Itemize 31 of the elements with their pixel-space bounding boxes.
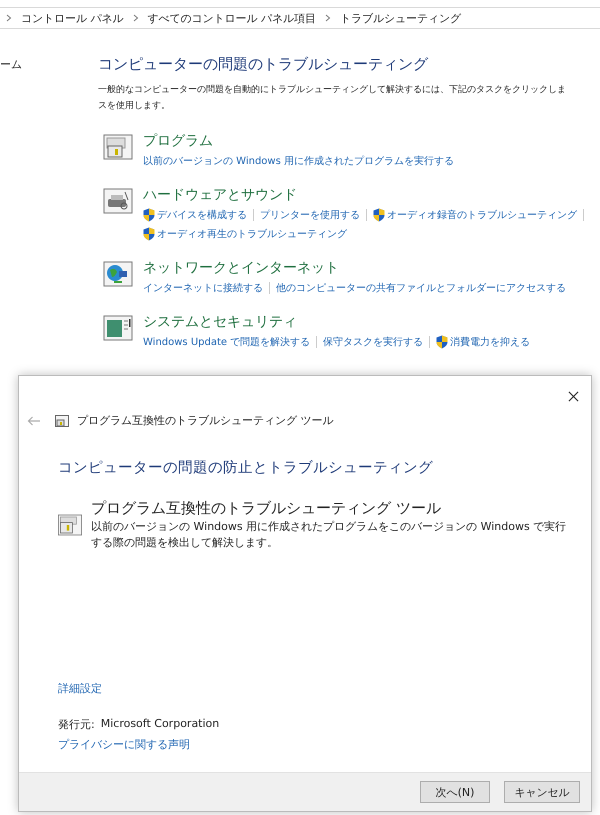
category-link[interactable]: ネットワークとインターネット bbox=[143, 259, 339, 277]
page-heading: コンピューターの問題のトラブルシューティング bbox=[98, 55, 430, 74]
dialog-button[interactable]: キャンセル bbox=[504, 781, 580, 803]
privacy-link[interactable]: プライバシーに関する声明 bbox=[58, 737, 190, 752]
task-link[interactable]: 保守タスクを実行する bbox=[323, 335, 424, 349]
breadcrumb-item[interactable]: トラブルシューティング bbox=[340, 10, 461, 26]
task-link[interactable]: 消費電力を抑える bbox=[450, 335, 530, 349]
dialog-heading: コンピューターの問題の防止とトラブルシューティング bbox=[58, 459, 434, 477]
dialog-title: プログラム互換性のトラブルシューティング ツール bbox=[77, 413, 334, 428]
troubleshooter-description: 以前のバージョンの Windows 用に作成されたプログラムをこのバージョンの Windows で実行する際の問題を検出して解決します。 bbox=[91, 519, 568, 551]
task-link[interactable]: プリンターを使用する bbox=[260, 208, 360, 222]
dialog-button[interactable]: 次へ(N) bbox=[420, 781, 490, 803]
task-link[interactable]: オーディオ録音のトラブルシューティング bbox=[387, 208, 577, 222]
breadcrumb-item[interactable]: コントロール パネル bbox=[21, 10, 124, 26]
task-link[interactable]: インターネットに接続する bbox=[143, 281, 263, 295]
task-link[interactable]: デバイスを構成する bbox=[157, 208, 247, 222]
category-link[interactable]: システムとセキュリティ bbox=[143, 313, 297, 331]
breadcrumb-item[interactable]: すべてのコントロール パネル項目 bbox=[148, 10, 316, 26]
sidebar-link[interactable]: ーム bbox=[0, 58, 22, 71]
address-bar[interactable]: コントロール パネル すべてのコントロール パネル項目 トラブルシューティング bbox=[0, 7, 600, 29]
publisher-name: Microsoft Corporation bbox=[100, 717, 220, 732]
task-link[interactable]: 以前のバージョンの Windows 用に作成されたプログラムを実行する bbox=[143, 154, 454, 168]
advanced-settings-link[interactable]: 詳細設定 bbox=[58, 681, 102, 696]
task-link[interactable]: オーディオ再生のトラブルシューティング bbox=[157, 227, 347, 241]
description-text: 一般的なコンピューターの問題を自動的にトラブルシューティングして解決するには、下記のタスクをクリックしま スを使用します。 bbox=[98, 83, 567, 113]
category-link[interactable]: ハードウェアとサウンド bbox=[143, 186, 297, 204]
troubleshooter-title[interactable]: プログラム互換性のトラブルシューティング ツール bbox=[91, 499, 441, 518]
publisher-label: 発行元: bbox=[58, 717, 95, 732]
task-link[interactable]: Windows Update で問題を解決する bbox=[143, 335, 310, 349]
task-link[interactable]: 他のコンピューターの共有ファイルとフォルダーにアクセスする bbox=[276, 281, 566, 295]
category-link[interactable]: プログラム bbox=[143, 132, 213, 150]
